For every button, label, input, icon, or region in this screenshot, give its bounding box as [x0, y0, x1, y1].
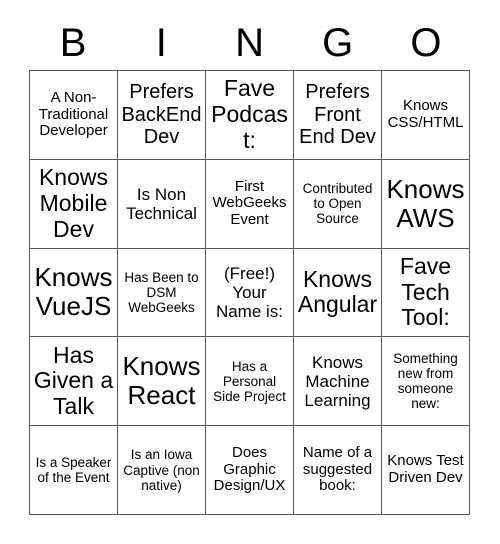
bingo-cell-label: Knows AWS	[386, 173, 465, 233]
bingo-cell[interactable]: Prefers Front End Dev	[294, 71, 382, 160]
bingo-free-space-cell[interactable]: (Free!) Your Name is:	[206, 248, 294, 338]
bingo-cell[interactable]: Knows React	[118, 337, 206, 427]
bingo-cell-label: Is an Iowa Captive (non native)	[123, 447, 200, 493]
bingo-cell[interactable]: Has Been to DSM WebGeeks	[118, 248, 206, 338]
header-letter-g: G	[322, 21, 354, 65]
bingo-cell[interactable]: Knows CSS/HTML	[382, 71, 470, 160]
bingo-cell[interactable]: Something new from someone new:	[382, 337, 470, 427]
bingo-cell-label: Contributed to Open Source	[302, 181, 373, 227]
bingo-cell-label: A Non-Traditional Developer	[38, 88, 109, 140]
header-letter-o: O	[410, 21, 442, 65]
bingo-cell[interactable]: Does Graphic Design/UX	[206, 426, 294, 515]
bingo-cell[interactable]: Fave Podcast:	[206, 71, 294, 160]
bingo-cell[interactable]: Is a Speaker of the Event	[30, 426, 118, 515]
header-letter-b: B	[59, 21, 87, 65]
bingo-cell-label: Knows Mobile Dev	[38, 164, 109, 242]
bingo-cell[interactable]: Knows Machine Learning	[294, 337, 382, 427]
bingo-cell[interactable]: Name of a suggested book:	[294, 426, 382, 515]
bingo-cell-label: Is a Speaker of the Event	[35, 454, 112, 486]
bingo-cell[interactable]: Knows Angular	[294, 248, 382, 338]
bingo-cell-label: First WebGeeks Event	[212, 177, 287, 229]
bingo-cell-label: Name of a suggested book:	[302, 443, 373, 495]
bingo-header-row: B I N G O	[29, 16, 470, 70]
bingo-cell-label: Knows Angular	[297, 265, 378, 318]
bingo-card: B I N G O A Non-Traditional Developer Pre…	[0, 0, 500, 544]
bingo-cell[interactable]: Is an Iowa Captive (non native)	[118, 426, 206, 515]
bingo-cell[interactable]: A Non-Traditional Developer	[30, 71, 118, 160]
bingo-cell[interactable]: Knows Mobile Dev	[30, 159, 118, 249]
bingo-cell-label: Fave Podcast:	[211, 75, 288, 153]
bingo-cell[interactable]: Contributed to Open Source	[294, 159, 382, 249]
bingo-cell-label: Has a Personal Side Project	[213, 358, 286, 404]
bingo-cell-label: Something new from someone new:	[393, 351, 458, 412]
bingo-cell-label: Prefers Front End Dev	[299, 81, 376, 149]
bingo-cell[interactable]: Has a Personal Side Project	[206, 337, 294, 427]
bingo-cell-label: Is Non Technical	[126, 184, 197, 223]
header-letter-n: N	[235, 21, 264, 65]
bingo-cell-label: Knows Machine Learning	[304, 352, 371, 410]
bingo-cell-label: Knows VueJS	[34, 262, 113, 322]
bingo-cell-label: Has Given a Talk	[33, 341, 114, 420]
bingo-cell[interactable]: Is Non Technical	[118, 159, 206, 249]
bingo-grid: A Non-Traditional Developer Prefers BackE…	[29, 70, 470, 515]
bingo-cell[interactable]: Fave Tech Tool:	[382, 248, 470, 338]
bingo-cell[interactable]: Knows AWS	[382, 159, 470, 249]
bingo-cell[interactable]: Knows Test Driven Dev	[382, 426, 470, 515]
bingo-cell-label: (Free!) Your Name is:	[215, 263, 284, 321]
bingo-cell[interactable]: Knows VueJS	[30, 248, 118, 338]
bingo-cell-label: Knows CSS/HTML	[387, 97, 464, 131]
bingo-cell-label: Knows Test Driven Dev	[387, 452, 464, 487]
bingo-cell-label: Prefers BackEnd Dev	[121, 81, 202, 149]
bingo-cell-label: Knows React	[122, 351, 201, 411]
bingo-cell-label: Fave Tech Tool:	[399, 252, 452, 331]
bingo-cell[interactable]: Has Given a Talk	[30, 337, 118, 427]
bingo-cell-label: Has Been to DSM WebGeeks	[124, 269, 199, 316]
bingo-cell-label: Does Graphic Design/UX	[213, 443, 286, 495]
header-letter-i: I	[155, 21, 167, 65]
bingo-cell[interactable]: Prefers BackEnd Dev	[118, 71, 206, 160]
bingo-cell[interactable]: First WebGeeks Event	[206, 159, 294, 249]
